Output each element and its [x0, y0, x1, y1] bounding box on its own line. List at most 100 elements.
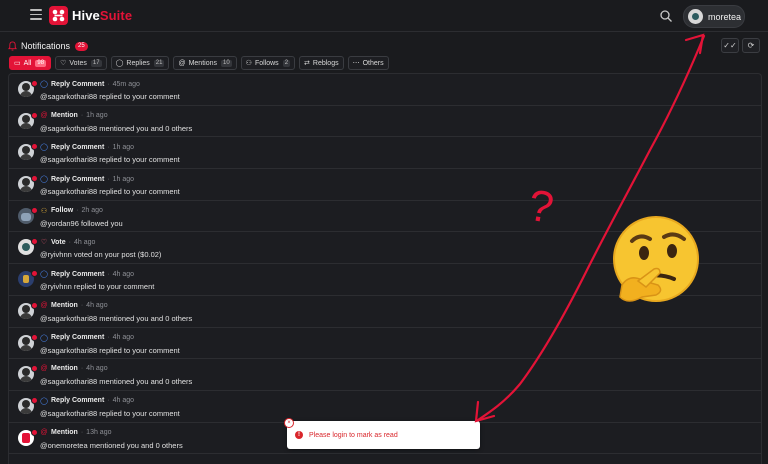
search-icon[interactable] — [659, 9, 673, 23]
unread-dot — [31, 238, 38, 246]
avatar — [688, 9, 703, 24]
unread-dot — [31, 206, 38, 214]
list-item[interactable]: ◯ Reply Comment · 1h ago @sagarkothari88 re… — [9, 137, 761, 170]
tab-count: 2 — [282, 59, 291, 67]
top-bar: HiveSuite moretea — [0, 0, 768, 32]
list-item[interactable]: ◯ Reply Comment · 4h ago @sagarkothari88 re… — [9, 328, 761, 360]
notification-type: Reply Comment — [51, 143, 105, 151]
notification-type: Mention — [51, 428, 78, 436]
list-item[interactable]: @ Mention · 4h ago @sagarkothari88 mentione… — [9, 359, 761, 391]
tab-mentions[interactable]: @ Mentions 10 — [173, 56, 237, 70]
user-menu-button[interactable]: moretea — [683, 5, 745, 28]
notification-message: @sagarkothari88 mentioned you and 0 othe… — [40, 123, 193, 133]
notification-type: Reply Comment — [51, 270, 105, 278]
at-icon: @ — [40, 428, 48, 436]
list-item[interactable]: ◯ Reply Comment · 4h ago @sagarkothari88 re… — [9, 391, 761, 423]
at-icon: @ — [40, 365, 48, 373]
close-icon[interactable]: × — [284, 418, 294, 428]
notification-type: Reply Comment — [51, 397, 105, 405]
error-toast: × ! Please login to mark as read — [284, 418, 480, 449]
tab-replies[interactable]: ◯ Replies 21 — [110, 56, 170, 70]
unread-dot — [31, 333, 38, 341]
notification-type: Follow — [51, 207, 74, 215]
timestamp: 4h ago — [112, 334, 135, 341]
notification-type: Mention — [51, 301, 78, 309]
chat-bubble-icon: ◯ — [40, 271, 48, 279]
more-icon: ⋯ — [352, 60, 360, 67]
notification-type: Vote — [51, 238, 66, 246]
notification-message: @sagarkothari88 replied to your comment — [40, 92, 180, 101]
notification-message: @sagarkothari88 mentioned you and 0 othe… — [40, 377, 193, 387]
brand-name[interactable]: HiveSuite — [72, 8, 132, 23]
chat-bubble-icon: ◯ — [40, 176, 48, 184]
timestamp: 4h ago — [112, 397, 135, 405]
unread-dot — [31, 80, 38, 87]
refresh-icon: ⟳ — [747, 41, 755, 50]
menu-icon[interactable] — [30, 9, 42, 21]
double-check-icon: ✓✓ — [723, 41, 737, 50]
tab-count: 17 — [90, 59, 102, 67]
notification-message: @ryivhnn voted on your post ($0.02) — [40, 250, 162, 260]
unread-dot — [31, 143, 38, 151]
timestamp: 4h ago — [112, 270, 135, 278]
notification-message: @yordan96 followed you — [40, 218, 123, 228]
notifications-header: Notifications 25 — [8, 40, 88, 52]
notification-type: Reply Comment — [51, 175, 105, 183]
user-plus-icon: ⚇ — [245, 60, 252, 67]
tab-follows[interactable]: ⚇ Follows 2 — [240, 56, 296, 70]
tab-votes[interactable]: ♡ Votes 17 — [55, 56, 107, 70]
notification-message: @sagarkothari88 replied to your comment — [40, 187, 180, 197]
filter-tabs: ▭ All 98 ♡ Votes 17 ◯ Replies 21 @ Mentions 10 ⚇… — [9, 56, 393, 70]
notification-type: Mention — [51, 111, 78, 119]
unread-dot — [31, 111, 38, 119]
notification-message: @sagarkothari88 replied to your comment — [40, 408, 180, 418]
list-item[interactable]: ◯ Reply Comment · 45m ago @sagarkothari88 r… — [9, 74, 761, 106]
bell-icon — [8, 41, 17, 51]
notification-type: Reply Comment — [51, 80, 105, 88]
tab-count: 21 — [153, 59, 165, 67]
timestamp: 4h ago — [86, 365, 108, 373]
chat-bubble-icon: ◯ — [40, 144, 48, 152]
username: moretea — [708, 11, 742, 22]
tab-count: 98 — [35, 59, 47, 67]
timestamp: 4h ago — [86, 301, 108, 309]
thinking-face-icon — [613, 216, 699, 302]
timestamp: 1h ago — [86, 111, 108, 119]
error-icon: ! — [295, 431, 303, 439]
tab-all[interactable]: ▭ All 98 — [9, 56, 52, 70]
timestamp: 1h ago — [112, 175, 135, 183]
tab-reblogs[interactable]: ⇄ Reblogs — [299, 56, 344, 70]
heart-icon: ♡ — [40, 239, 48, 247]
timestamp: 2h ago — [81, 207, 103, 215]
toast-message: Please login to mark as read — [309, 431, 398, 439]
hive-logo-icon[interactable] — [49, 6, 68, 25]
notification-message: @ryivhnn replied to your comment — [40, 282, 155, 292]
unread-dot — [31, 270, 38, 278]
notification-message: @onemoretea mentioned you and 0 others — [40, 440, 183, 450]
timestamp: 4h ago — [74, 238, 96, 246]
mark-all-read-button[interactable]: ✓✓ — [721, 38, 739, 53]
annotation-arrowhead-top — [684, 33, 705, 55]
heart-icon: ♡ — [60, 60, 67, 67]
unread-dot — [31, 428, 38, 436]
notification-type: Mention — [51, 365, 78, 373]
tab-count: 10 — [220, 59, 232, 67]
list-item[interactable]: @ Mention · 1h ago @sagarkothari88 mentione… — [9, 106, 761, 138]
unread-dot — [31, 396, 38, 404]
user-plus-icon: ⚇ — [40, 207, 48, 215]
unread-count-badge: 25 — [75, 41, 88, 51]
page-title: Notifications — [21, 41, 71, 51]
notification-message: @sagarkothari88 replied to your comment — [40, 155, 180, 165]
chat-bubble-icon: ◯ — [115, 60, 124, 67]
list-item[interactable]: ◯ Reply Comment · 1h ago @sagarkothari88 re… — [9, 169, 761, 201]
at-icon: @ — [40, 111, 48, 119]
at-icon: @ — [178, 59, 186, 67]
tab-others[interactable]: ⋯ Others — [347, 56, 389, 70]
repeat-icon: ⇄ — [304, 60, 310, 67]
timestamp: 13h ago — [86, 428, 112, 436]
inbox-icon: ▭ — [14, 60, 21, 67]
refresh-button[interactable]: ⟳ — [742, 38, 760, 53]
timestamp: 1h ago — [112, 143, 135, 151]
chat-bubble-icon: ◯ — [40, 81, 48, 88]
chat-bubble-icon: ◯ — [40, 334, 48, 342]
